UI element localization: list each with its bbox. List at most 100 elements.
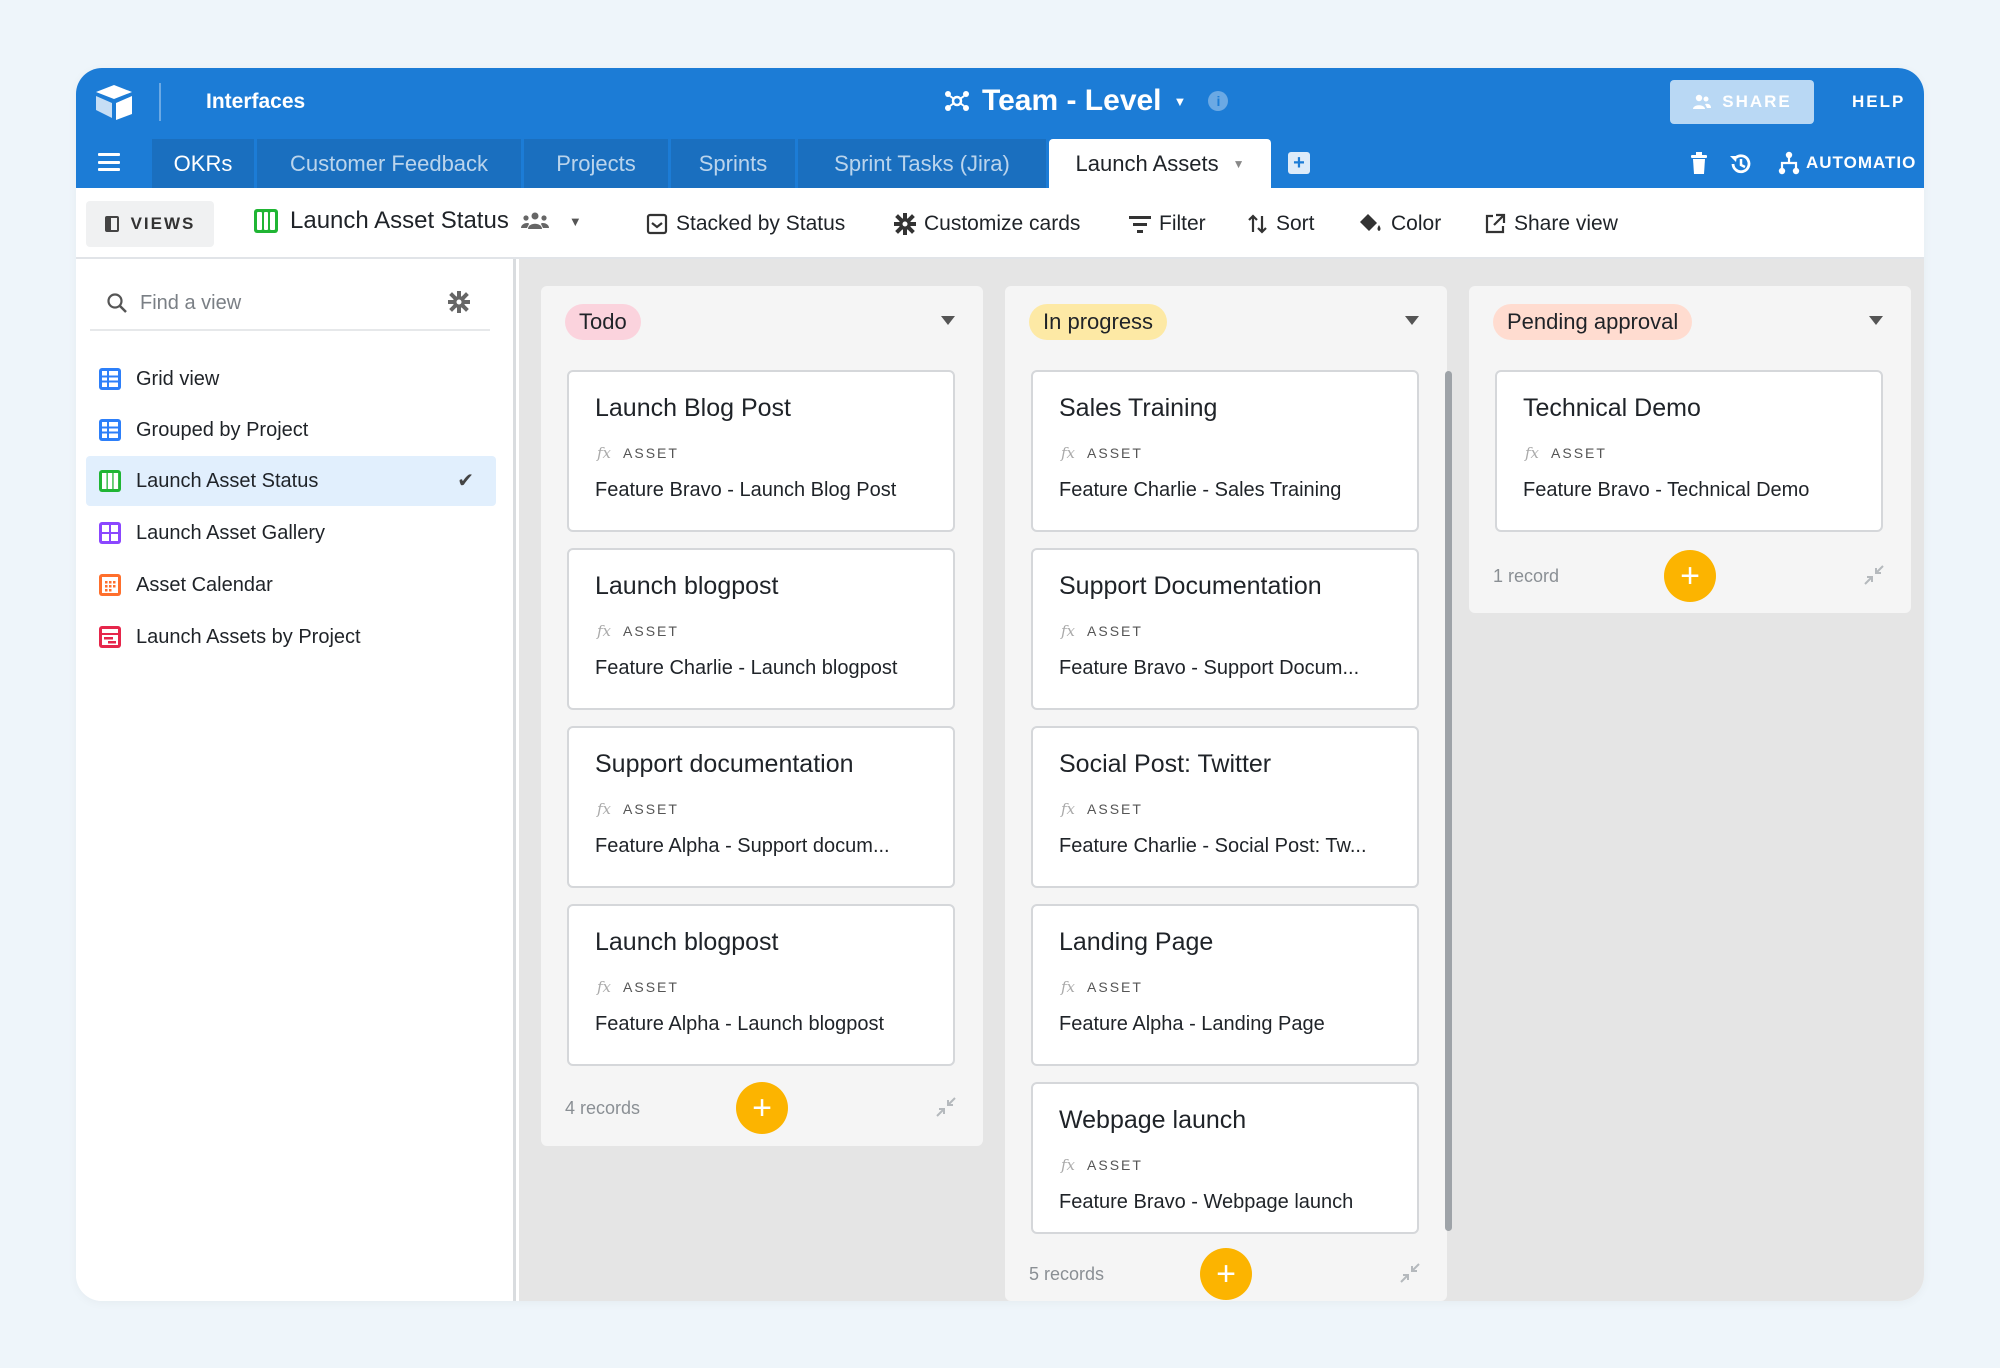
tab-okrs[interactable]: OKRs xyxy=(152,139,254,188)
kanban-icon xyxy=(99,470,121,492)
filter-icon xyxy=(1129,216,1151,233)
collapse-icon[interactable] xyxy=(935,1096,957,1118)
chevron-down-icon[interactable]: ▼ xyxy=(1233,157,1245,171)
share-button[interactable]: SHARE xyxy=(1670,80,1814,124)
automations-button[interactable]: AUTOMATIO xyxy=(1778,151,1916,175)
trash-icon[interactable] xyxy=(1690,152,1708,176)
record-count: 1 record xyxy=(1493,566,1560,586)
tab-launch-assets[interactable]: Launch Assets ▼ xyxy=(1049,139,1271,188)
airtable-logo-icon[interactable] xyxy=(92,82,136,122)
collapse-icon[interactable] xyxy=(1863,564,1885,586)
record-card[interactable]: Launch blogpost fx ASSET Feature Alpha - … xyxy=(567,904,955,1066)
card-title: Landing Page xyxy=(1059,928,1214,956)
card-field-value: Feature Bravo - Launch Blog Post xyxy=(595,479,897,501)
base-title-button[interactable]: Team - Level ▼ i xyxy=(942,84,1229,118)
sidebar-item-grid-view[interactable]: Grid view xyxy=(86,354,496,404)
chevron-down-icon[interactable] xyxy=(1405,316,1419,325)
share-label: SHARE xyxy=(1722,92,1792,111)
sort-button[interactable]: Sort xyxy=(1248,212,1315,236)
stacked-by-button[interactable]: Stacked by Status xyxy=(646,212,845,236)
stack-checkbox-icon xyxy=(646,213,668,235)
column-header: Todo xyxy=(541,286,983,358)
tab-customer-feedback[interactable]: Customer Feedback xyxy=(257,139,521,188)
add-record-button[interactable]: + xyxy=(1664,550,1716,602)
customize-cards-label: Customize cards xyxy=(924,212,1081,235)
sidebar-item-label: Launch Asset Status xyxy=(136,469,319,492)
views-sidebar: Find a view Grid view Grouped by Project… xyxy=(76,259,516,1301)
chevron-down-icon[interactable] xyxy=(941,316,955,325)
kanban-column-in-progress: In progress Sales Training fx ASSET Featu… xyxy=(1005,286,1452,1301)
record-card[interactable]: Launch Blog Post fx ASSET Feature Bravo -… xyxy=(567,370,955,532)
filter-label: Filter xyxy=(1159,212,1206,235)
record-card[interactable]: Sales Training fx ASSET Feature Charlie -… xyxy=(1031,370,1419,532)
sidebar-item-launch-assets-by-project[interactable]: Launch Assets by Project xyxy=(86,612,496,662)
gear-icon[interactable] xyxy=(448,291,470,313)
external-link-icon xyxy=(1485,213,1506,234)
record-card[interactable]: Launch blogpost fx ASSET Feature Charlie … xyxy=(567,548,955,710)
record-card[interactable]: Technical Demo fx ASSET Feature Bravo - T… xyxy=(1495,370,1883,532)
history-icon[interactable] xyxy=(1728,151,1754,177)
collapse-icon[interactable] xyxy=(1399,1262,1421,1284)
card-field-label: fx ASSET xyxy=(1061,622,1143,640)
views-label: VIEWS xyxy=(130,214,196,233)
share-view-button[interactable]: Share view xyxy=(1484,212,1618,236)
formula-icon: fx xyxy=(1061,444,1076,462)
add-table-icon[interactable]: + xyxy=(1288,152,1310,174)
add-record-button[interactable]: + xyxy=(1200,1248,1252,1300)
record-count: 4 records xyxy=(565,1098,641,1118)
card-field-label: fx ASSET xyxy=(597,622,679,640)
help-button[interactable]: HELP xyxy=(1852,92,1905,112)
formula-icon: fx xyxy=(597,978,612,996)
column-scrollbar[interactable] xyxy=(1445,371,1452,1231)
find-view-search[interactable]: Find a view xyxy=(90,275,490,331)
card-title: Support Documentation xyxy=(1059,572,1322,600)
record-card[interactable]: Landing Page fx ASSET Feature Alpha - Lan… xyxy=(1031,904,1419,1066)
sidebar-item-launch-asset-gallery[interactable]: Launch Asset Gallery xyxy=(86,508,496,558)
filter-button[interactable]: Filter xyxy=(1129,212,1206,236)
search-input[interactable]: Find a view xyxy=(140,292,241,315)
info-icon[interactable]: i xyxy=(1208,91,1229,111)
sort-label: Sort xyxy=(1276,212,1315,235)
add-record-button[interactable]: + xyxy=(736,1082,788,1134)
status-badge: Pending approval xyxy=(1493,304,1693,340)
sidebar-item-launch-asset-status[interactable]: Launch Asset Status ✔ xyxy=(86,456,496,506)
record-card[interactable]: Support Documentation fx ASSET Feature Br… xyxy=(1031,548,1419,710)
card-field-label: fx ASSET xyxy=(597,800,679,818)
record-card[interactable]: Webpage launch fx ASSET Feature Bravo - W… xyxy=(1031,1082,1419,1234)
paint-bucket-icon xyxy=(1360,214,1381,231)
current-view-button[interactable]: Launch Asset Status ▼ xyxy=(254,207,582,235)
tab-sprints[interactable]: Sprints xyxy=(671,139,795,188)
record-card[interactable]: Social Post: Twitter fx ASSET Feature Cha… xyxy=(1031,726,1419,888)
sort-icon xyxy=(1248,214,1267,234)
column-footer: 5 records + xyxy=(1005,1244,1447,1301)
card-field-label: fx ASSET xyxy=(1061,978,1143,996)
card-field-value: Feature Bravo - Webpage launch xyxy=(1059,1191,1354,1213)
tab-sprint-tasks-jira[interactable]: Sprint Tasks (Jira) xyxy=(798,139,1046,188)
formula-icon: fx xyxy=(1061,622,1076,640)
color-button[interactable]: Color xyxy=(1359,212,1441,236)
sidebar-item-grouped-by-project[interactable]: Grouped by Project xyxy=(86,405,496,455)
formula-icon: fx xyxy=(597,444,612,462)
sidebar-item-label: Launch Asset Gallery xyxy=(136,521,325,544)
sidebar-item-label: Grouped by Project xyxy=(136,418,309,441)
menu-icon[interactable] xyxy=(98,153,120,171)
card-field-value: Feature Alpha - Launch blogpost xyxy=(595,1013,885,1035)
interfaces-link[interactable]: Interfaces xyxy=(206,90,305,114)
formula-icon: fx xyxy=(1061,978,1076,996)
tab-projects[interactable]: Projects xyxy=(524,139,668,188)
kanban-board: Todo Launch Blog Post fx ASSET Feature Br… xyxy=(519,259,1924,1301)
base-workspace-icon xyxy=(945,91,969,111)
chevron-down-icon[interactable] xyxy=(1869,316,1883,325)
tab-label: Launch Assets xyxy=(1075,150,1219,176)
record-card[interactable]: Support documentation fx ASSET Feature Al… xyxy=(567,726,955,888)
sidebar-item-asset-calendar[interactable]: Asset Calendar xyxy=(86,560,496,610)
card-field-value: Feature Alpha - Landing Page xyxy=(1059,1013,1325,1035)
card-title: Webpage launch xyxy=(1059,1106,1247,1134)
column-footer: 4 records + xyxy=(541,1078,983,1138)
views-toggle-button[interactable]: VIEWS xyxy=(86,201,214,247)
card-title: Social Post: Twitter xyxy=(1059,750,1272,778)
customize-cards-button[interactable]: Customize cards xyxy=(894,212,1080,236)
status-badge: In progress xyxy=(1029,304,1168,340)
kanban-column-pending-approval: Pending approval Technical Demo fx ASSET … xyxy=(1469,286,1911,613)
app-window: Interfaces Team - Level ▼ i SHARE HELP O… xyxy=(76,68,1924,1301)
